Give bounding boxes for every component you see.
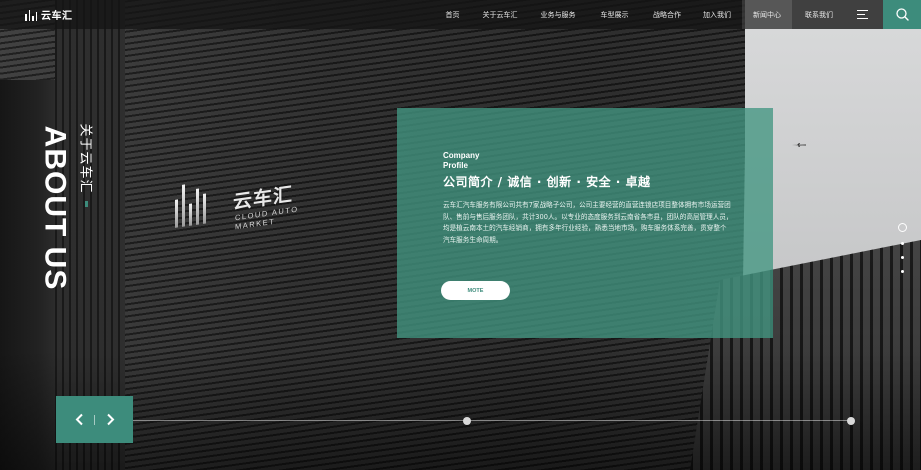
page-title-cn: 关于云车汇 [77,118,97,198]
company-profile-card: Company Profile 公司简介 / 诚信 · 创新 · 安全 · 卓越… [397,108,773,338]
hamburger-icon[interactable] [857,10,868,19]
side-dot[interactable] [901,270,904,273]
nav-item-join[interactable]: 加入我们 [692,0,742,29]
slider-progress-track [133,420,852,421]
search-icon [895,8,909,21]
card-label-en-line1: Company [443,151,480,160]
card-heading: 公司简介 / 诚信 · 创新 · 安全 · 卓越 [443,175,651,189]
more-button[interactable]: MOTE [441,281,510,300]
chevron-right-icon [106,413,114,426]
nav-item-partners[interactable]: 战略合作 [642,0,692,29]
side-dot[interactable] [901,256,904,259]
slider-progress-dot[interactable] [463,416,471,425]
prev-button[interactable] [64,396,94,443]
page-title-en: ABOUT US [30,118,78,298]
next-button[interactable] [95,396,125,443]
nav-item-home[interactable]: 首页 [434,0,471,29]
nav-item-business[interactable]: 业务与服务 [529,0,587,29]
page-title-en-text: ABOUT US [38,125,72,291]
side-dot[interactable] [901,242,904,245]
nav-item-models[interactable]: 车型展示 [587,0,642,29]
card-label-en-line2: Profile [443,161,468,170]
side-dot-active[interactable] [898,223,907,232]
logo[interactable]: 云车汇 [25,7,73,22]
card-label-en: Company Profile [443,151,479,171]
search-button[interactable] [883,0,921,29]
logo-text: 云车汇 [41,11,73,22]
nav-item-about[interactable]: 关于云车汇 [471,0,529,29]
slider-progress-dot[interactable] [847,416,855,425]
title-accent-bar [85,201,88,207]
slider-arrows [56,396,133,443]
chevron-left-icon [75,413,83,426]
airplane-icon [792,143,806,147]
nav-item-news[interactable]: 新闻中心 [742,0,792,29]
main-nav: 首页 关于云车汇 业务与服务 车型展示 战略合作 加入我们 新闻中心 联系我们 [434,0,846,29]
ground-shadow [0,350,921,470]
nav-item-contact[interactable]: 联系我们 [792,0,846,29]
logo-mark-icon [25,9,37,21]
sign-logo-mark-icon [175,173,206,228]
card-description: 云车汇汽车服务有限公司共有7家战略子公司，公司主要经营的直营连锁店项目整体拥有市… [443,201,733,244]
page-title-cn-text: 关于云车汇 [77,122,93,194]
top-header: 云车汇 首页 关于云车汇 业务与服务 车型展示 战略合作 加入我们 新闻中心 联… [0,0,921,29]
